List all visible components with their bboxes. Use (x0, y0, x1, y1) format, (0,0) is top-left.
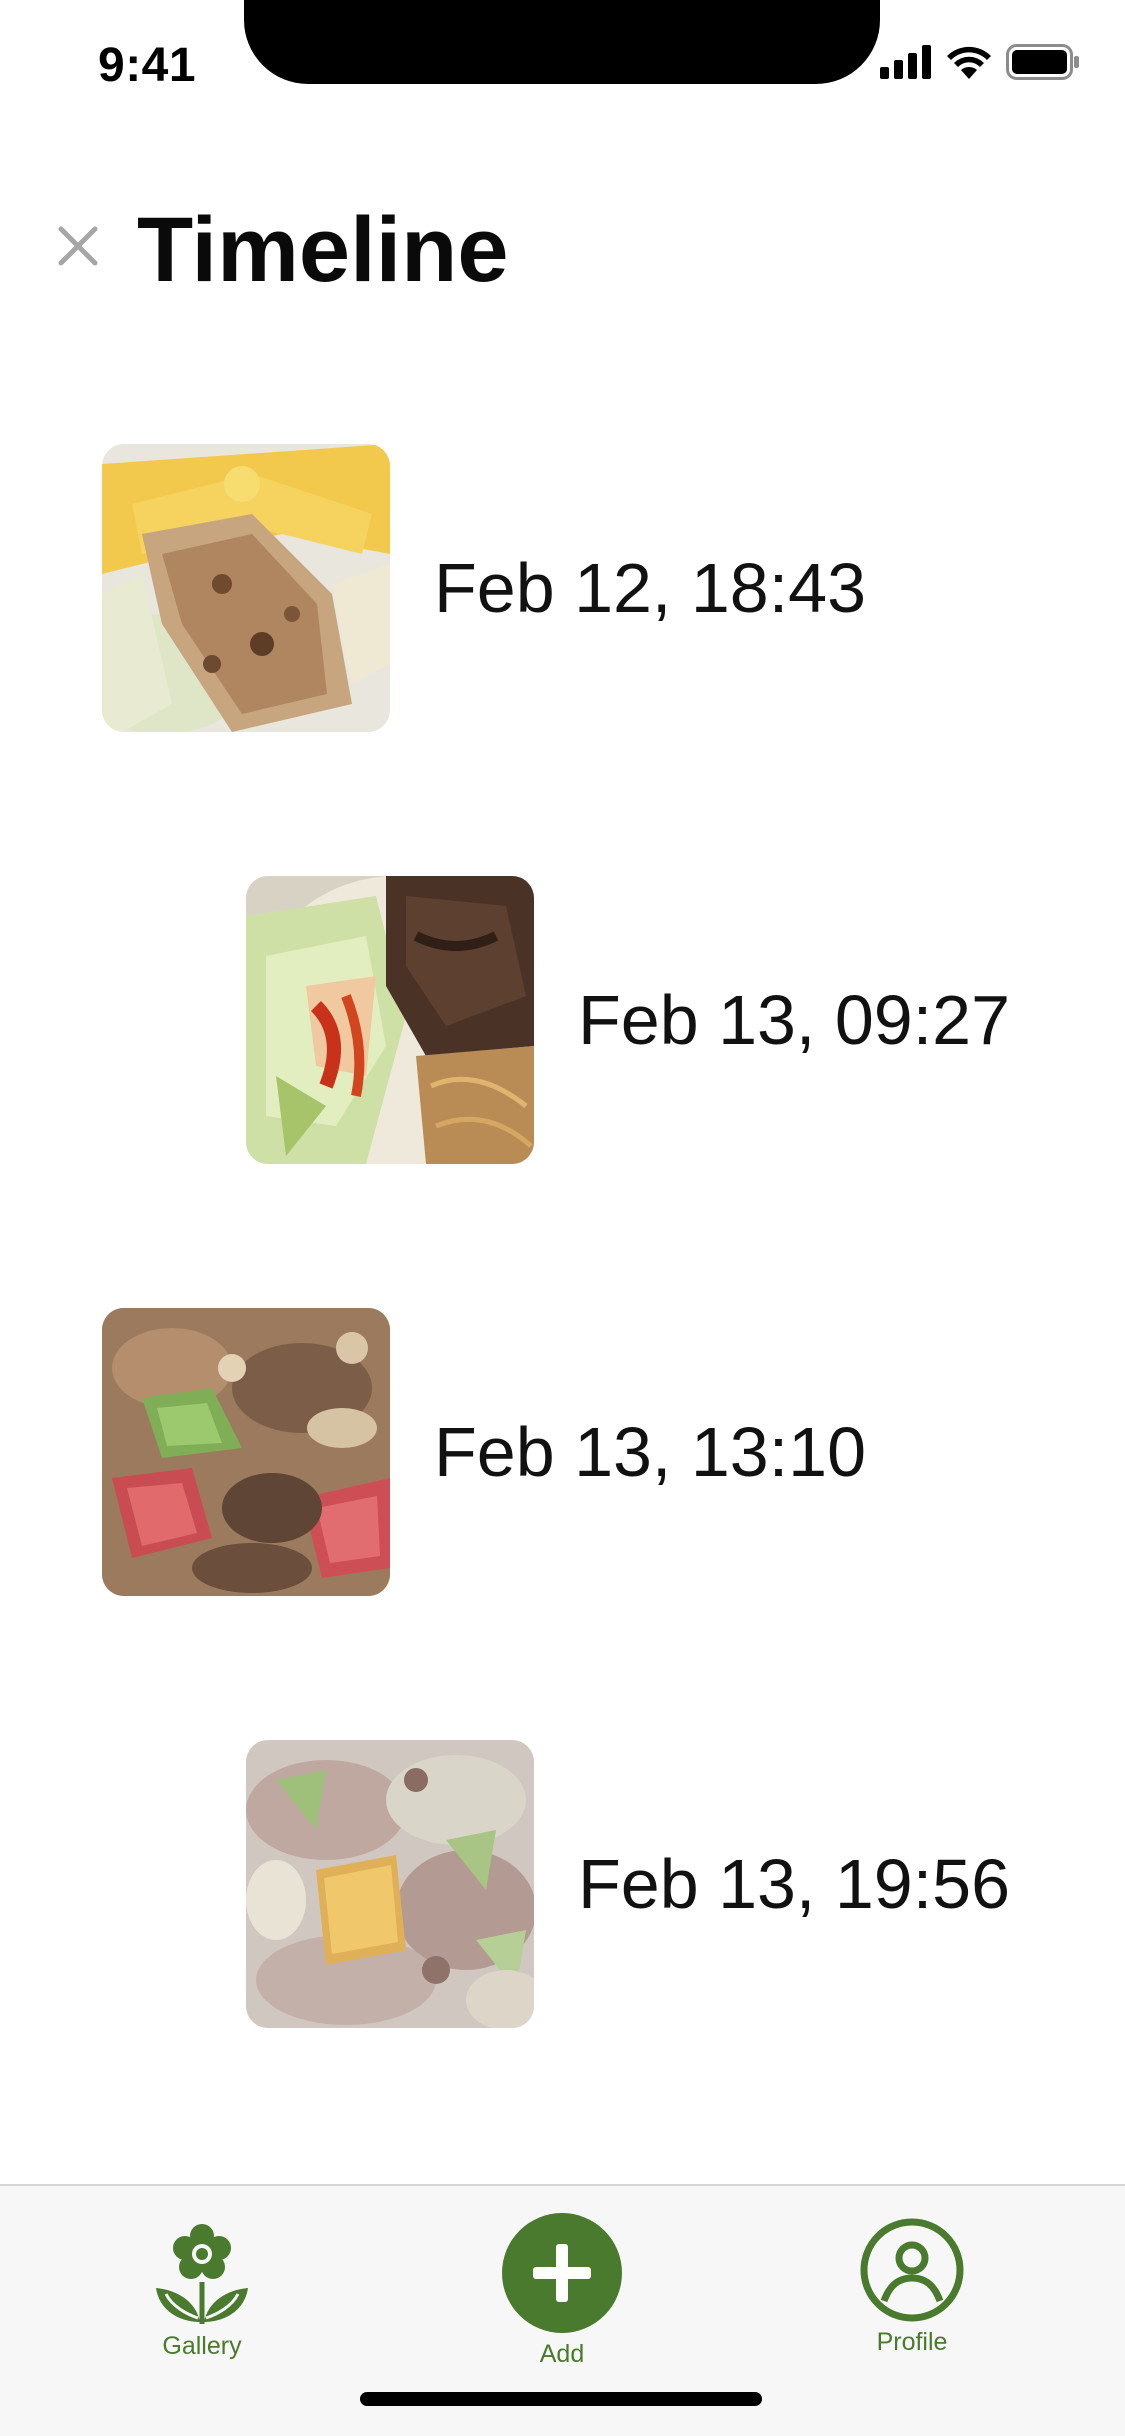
tab-gallery-label: Gallery (162, 2332, 242, 2360)
close-button[interactable] (54, 222, 102, 270)
status-icons (880, 44, 1080, 80)
tab-add-label: Add (539, 2340, 585, 2368)
cellular-signal-icon (880, 45, 931, 79)
status-time: 9:41 (98, 39, 197, 92)
entry-date: Feb 12, 18:43 (434, 549, 866, 627)
page-title: Timeline (137, 199, 509, 301)
tab-gallery[interactable]: Gallery (152, 2222, 252, 2361)
flower-icon (156, 2224, 248, 2324)
tab-profile[interactable]: Profile (860, 2218, 964, 2357)
timeline-entry[interactable]: Feb 13, 09:27 (246, 876, 1010, 1164)
timeline-entry[interactable]: Feb 13, 13:10 (102, 1308, 866, 1596)
entry-date: Feb 13, 13:10 (434, 1413, 866, 1491)
entry-date: Feb 13, 09:27 (578, 981, 1010, 1059)
wifi-icon (947, 46, 991, 79)
battery-icon (1006, 44, 1079, 80)
entry-date: Feb 13, 19:56 (578, 1845, 1010, 1923)
tab-add[interactable]: Add (500, 2212, 624, 2369)
close-icon (58, 226, 98, 266)
profile-icon (860, 2218, 964, 2322)
timeline-entry[interactable]: Feb 12, 18:43 (102, 444, 866, 732)
meal-photo[interactable] (246, 876, 534, 1164)
add-icon (502, 2213, 622, 2333)
meal-photo[interactable] (246, 1740, 534, 2028)
home-indicator[interactable] (360, 2392, 762, 2406)
timeline-entry[interactable]: Feb 13, 19:56 (246, 1740, 1010, 2028)
notch (244, 0, 880, 84)
screen: 9:41 Timeline Feb 12, 18:43 Feb 13, 09:2… (0, 0, 1125, 2436)
tab-profile-label: Profile (876, 2328, 948, 2356)
meal-photo[interactable] (102, 1308, 390, 1596)
meal-photo[interactable] (102, 444, 390, 732)
